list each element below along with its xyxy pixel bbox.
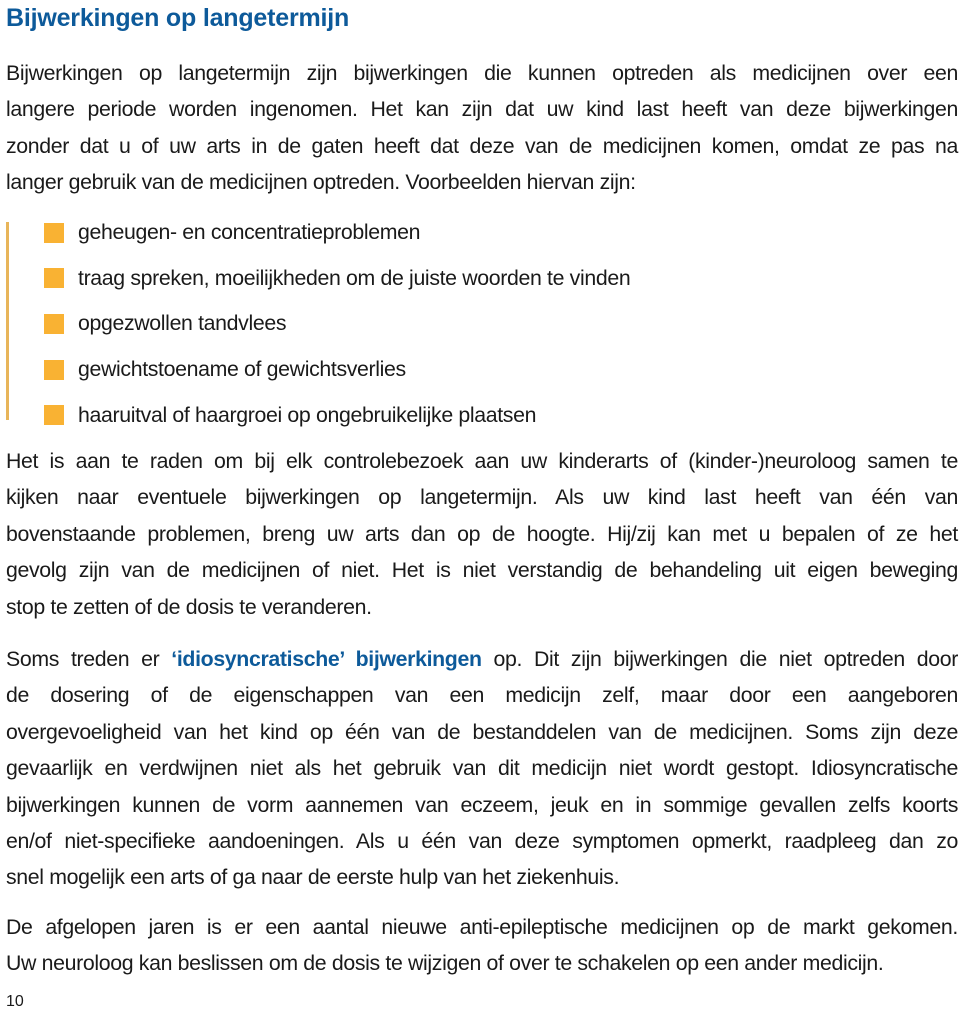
text-line: Bijwerkingen op langetermijn zijn bijwer…: [6, 61, 958, 85]
page-number: 10: [6, 993, 24, 1010]
list-item-text: haaruitval of haargroei op ongebruikelij…: [78, 402, 537, 427]
list-item-text: gewichtstoename of gewichtsverlies: [78, 357, 406, 382]
text-line: langer gebruik van de medicijnen optrede…: [6, 170, 636, 195]
section-title: Bijwerkingen op langetermijn: [6, 4, 350, 32]
square-bullet-icon: [44, 359, 64, 380]
list-item-text: opgezwollen tandvlees: [78, 311, 287, 336]
list-item-text: geheugen- en concentratieproblemen: [78, 220, 421, 245]
text-line: De afgelopen jaren is er een aantal nieu…: [6, 915, 958, 939]
list-item: gewichtstoename of gewichtsverlies: [44, 347, 630, 393]
highlighted-term: ‘idiosyncratische’ bijwerkingen: [171, 647, 482, 671]
list-item: geheugen- en concentratieproblemen: [44, 210, 630, 256]
list-item: haaruitval of haargroei op ongebruikelij…: [44, 392, 630, 438]
square-bullet-icon: [44, 222, 64, 243]
text-line: overgevoeligheid van het kind op één van…: [6, 719, 958, 744]
text-line: snel mogelijk een arts of ga naar de eer…: [6, 865, 620, 890]
text-line: bijwerkingen kunnen de vorm aannemen van…: [6, 792, 958, 817]
text-fragment: op. Dit zijn bijwerkingen die niet optre…: [481, 647, 959, 671]
text-line: en/of niet-specifieke aandoeningen. Als …: [6, 829, 958, 854]
list-item: traag spreken, moeilijkheden om de juist…: [44, 256, 631, 302]
list-item: opgezwollen tandvlees: [44, 301, 630, 347]
text-line: stop te zetten of de dosis te veranderen…: [6, 594, 372, 619]
text-line: Uw neuroloog kan beslissen om de dosis t…: [6, 951, 884, 976]
text-line: de dosering of de eigenschappen van een …: [6, 683, 958, 708]
text-line: Soms treden er ‘idiosyncratische’ bijwer…: [6, 641, 958, 677]
square-bullet-icon: [44, 268, 64, 289]
square-bullet-icon: [44, 313, 64, 334]
square-bullet-icon: [44, 405, 64, 426]
text-fragment: Soms treden er: [6, 647, 172, 671]
text-line: Het is aan te raden om bij elk controleb…: [6, 449, 958, 473]
text-line: langere periode worden ingenomen. Het ka…: [6, 97, 958, 122]
idiosyncratic-paragraph: Soms treden er ‘idiosyncratische’ bijwer…: [6, 641, 958, 896]
checkup-paragraph: Het is aan te raden om bij elk controleb…: [6, 443, 958, 625]
list-item-text: traag spreken, moeilijkheden om de juist…: [78, 265, 631, 290]
text-line: kijken naar eventuele bijwerkingen op la…: [6, 485, 958, 510]
text-line: gevolg zijn van de medicijnen of niet. H…: [6, 558, 958, 583]
text-line: zonder dat u of uw arts in de gaten heef…: [6, 133, 958, 158]
list-side-bar: [6, 222, 9, 420]
side-effects-list: geheugen- en concentratieproblemen traag…: [44, 210, 631, 438]
text-line: bovenstaande problemen, breng uw arts da…: [6, 521, 958, 546]
text-line: gevaarlijk en verdwijnen niet als het ge…: [6, 756, 958, 781]
new-medicines-paragraph: De afgelopen jaren is er een aantal nieu…: [6, 909, 958, 982]
intro-paragraph: Bijwerkingen op langetermijn zijn bijwer…: [6, 55, 958, 201]
